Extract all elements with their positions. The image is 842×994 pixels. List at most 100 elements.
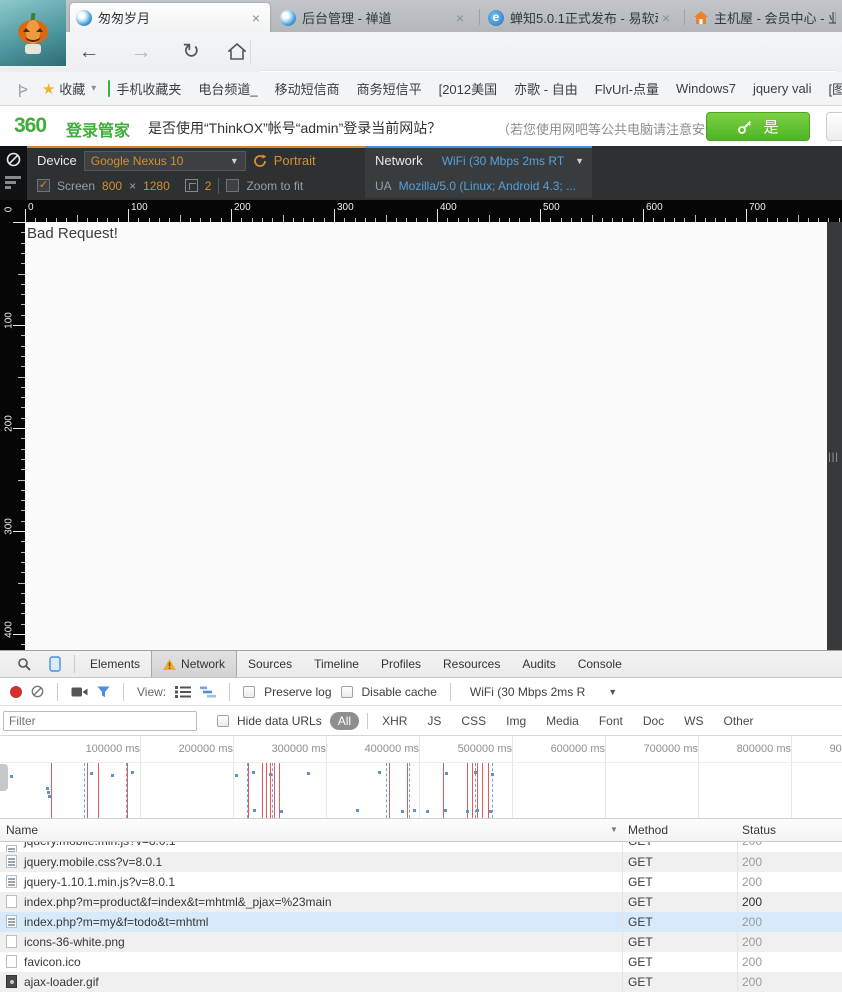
disable-icon[interactable] bbox=[6, 152, 21, 167]
tab-network[interactable]: Network bbox=[151, 651, 237, 677]
network-conditions-icon[interactable] bbox=[5, 176, 21, 191]
filter-type-css[interactable]: CSS bbox=[455, 712, 492, 730]
ogrid bbox=[605, 763, 606, 818]
filter-type-doc[interactable]: Doc bbox=[637, 712, 670, 730]
screen-checkbox[interactable]: ✓ bbox=[37, 179, 50, 192]
bookmark-item[interactable]: 电台频道_ bbox=[198, 79, 257, 98]
network-throttle-value[interactable]: WiFi (30 Mbps 2ms RT bbox=[442, 154, 568, 168]
screen-width-value[interactable]: 800 bbox=[102, 179, 122, 193]
request-row[interactable]: icons-36-white.png GET 200 bbox=[0, 932, 842, 952]
tab-title: 匆匆岁月 bbox=[98, 8, 248, 27]
bookmark-item[interactable]: [图文教程] bbox=[828, 79, 842, 98]
device-select[interactable]: Google Nexus 10 ▼ bbox=[84, 151, 246, 171]
browser-tab-3[interactable]: 蝉知5.0.1正式发布 - 易软动 × bbox=[482, 3, 680, 32]
hide-data-urls-checkbox[interactable] bbox=[217, 715, 229, 727]
column-name[interactable]: Name bbox=[6, 823, 38, 837]
bookmark-item[interactable]: [2012美国 bbox=[439, 79, 498, 98]
ogrid bbox=[419, 763, 420, 818]
filter-type-js[interactable]: JS bbox=[421, 712, 447, 730]
preserve-log-label: Preserve log bbox=[264, 685, 331, 699]
chevron-down-icon[interactable]: ▼ bbox=[575, 156, 584, 166]
bline bbox=[84, 763, 85, 818]
preserve-log-checkbox[interactable] bbox=[243, 686, 255, 698]
odot bbox=[253, 809, 256, 812]
rline bbox=[274, 763, 275, 818]
bookmark-item[interactable]: 商务短信平 bbox=[357, 79, 422, 98]
request-status: 200 bbox=[742, 892, 762, 912]
request-row[interactable]: index.php?m=product&f=index&t=mhtml&_pja… bbox=[0, 892, 842, 912]
device-mode-icon[interactable] bbox=[40, 656, 70, 672]
inspect-element-icon[interactable] bbox=[8, 657, 40, 671]
tab-console[interactable]: Console bbox=[567, 651, 633, 677]
zoom-to-fit-checkbox[interactable]: ✓ bbox=[226, 179, 239, 192]
bookmark-item[interactable]: Windows7 bbox=[676, 81, 736, 96]
request-row[interactable]: jquery-1.10.1.min.js?v=8.0.1 GET 200 bbox=[0, 872, 842, 892]
request-method: GET bbox=[628, 842, 653, 851]
orientation-label[interactable]: Portrait bbox=[274, 153, 316, 168]
tab-profiles[interactable]: Profiles bbox=[370, 651, 432, 677]
browser-tab-1[interactable]: 匆匆岁月 × bbox=[70, 3, 270, 32]
browser-nav-bar: ← → ↻ http://cd.ccsyue.com/index.php?m=p… bbox=[0, 32, 842, 72]
list-view-icon[interactable] bbox=[175, 686, 191, 698]
reload-button[interactable]: ↻ bbox=[176, 38, 206, 66]
request-row[interactable]: ajax-loader.gif GET 200 bbox=[0, 972, 842, 992]
home-button[interactable] bbox=[222, 38, 252, 66]
chevron-down-icon[interactable]: ▾ bbox=[91, 83, 96, 94]
resize-grip-icon[interactable]: ||| bbox=[828, 452, 839, 463]
filter-type-ws[interactable]: WS bbox=[678, 712, 709, 730]
record-button[interactable] bbox=[10, 686, 22, 698]
bookmark-mobile-folder[interactable]: 手机收藏夹 bbox=[116, 79, 181, 98]
favorites-label[interactable]: 收藏 bbox=[59, 79, 85, 98]
network-filter-input[interactable] bbox=[3, 711, 197, 731]
request-row[interactable]: favicon.ico GET 200 bbox=[0, 952, 842, 972]
tab-sources[interactable]: Sources bbox=[237, 651, 303, 677]
screencast-camera-icon[interactable] bbox=[71, 686, 88, 698]
browser-tab-4[interactable]: 主机屋 - 会员中心 - 业 bbox=[688, 3, 842, 32]
vtick bbox=[13, 222, 25, 223]
tab-close-icon[interactable]: × bbox=[452, 10, 468, 26]
ua-value[interactable]: Mozilla/5.0 (Linux; Android 4.3; ... bbox=[399, 179, 576, 193]
screen-height-value[interactable]: 1280 bbox=[143, 179, 170, 193]
filter-type-xhr[interactable]: XHR bbox=[376, 712, 413, 730]
tab-audits[interactable]: Audits bbox=[511, 651, 566, 677]
filter-type-img[interactable]: Img bbox=[500, 712, 532, 730]
forward-button[interactable]: → bbox=[126, 38, 156, 66]
browser-window: 匆匆岁月 × 后台管理 - 禅道 × 蝉知5.0.1正式发布 - 易软动 × 主… bbox=[0, 0, 842, 994]
login-confirm-button[interactable]: 是 bbox=[706, 112, 810, 141]
browser-tab-2[interactable]: 后台管理 - 禅道 × bbox=[274, 3, 474, 32]
column-status[interactable]: Status bbox=[742, 823, 776, 837]
chevron-down-icon[interactable]: ▼ bbox=[608, 687, 617, 697]
filter-type-other[interactable]: Other bbox=[718, 712, 760, 730]
rline bbox=[482, 763, 483, 818]
clear-icon[interactable] bbox=[31, 685, 44, 698]
filter-type-media[interactable]: Media bbox=[540, 712, 585, 730]
overview-graph[interactable] bbox=[0, 763, 842, 819]
rotate-icon[interactable] bbox=[253, 154, 267, 168]
disable-cache-checkbox[interactable] bbox=[341, 686, 353, 698]
device-pixel-ratio-value[interactable]: 2 bbox=[205, 179, 212, 193]
panel-toggle-icon[interactable]: |> bbox=[18, 81, 26, 97]
request-row[interactable]: jquery.mobile.css?v=8.0.1 GET 200 bbox=[0, 852, 842, 872]
request-row-selected[interactable]: index.php?m=my&f=todo&t=mhtml GET 200 bbox=[0, 912, 842, 932]
bookmark-item[interactable]: jquery vali bbox=[753, 81, 812, 96]
tab-elements[interactable]: Elements bbox=[79, 651, 151, 677]
bookmark-item[interactable]: FlvUrl-点量 bbox=[595, 79, 659, 98]
filter-type-all[interactable]: All bbox=[330, 712, 359, 730]
toolbar-separator bbox=[229, 683, 230, 701]
column-method[interactable]: Method bbox=[628, 823, 668, 837]
throttle-select-value[interactable]: WiFi (30 Mbps 2ms R bbox=[470, 685, 585, 699]
login-decline-button[interactable] bbox=[826, 112, 842, 141]
request-row[interactable]: jquery.mobile.min.js?v=8.0.1 GET 200 bbox=[0, 842, 842, 852]
bookmark-item[interactable]: 亦歌 - 自由 bbox=[514, 79, 578, 98]
tab-close-icon[interactable]: × bbox=[658, 10, 674, 26]
filter-funnel-icon[interactable] bbox=[97, 686, 110, 698]
back-button[interactable]: ← bbox=[74, 38, 104, 66]
hlab: 400 bbox=[440, 202, 457, 213]
tab-close-icon[interactable]: × bbox=[248, 10, 264, 26]
filter-type-font[interactable]: Font bbox=[593, 712, 629, 730]
tab-resources[interactable]: Resources bbox=[432, 651, 511, 677]
waterfall-view-icon[interactable] bbox=[200, 686, 216, 698]
bookmark-item[interactable]: 移动短信商 bbox=[275, 79, 340, 98]
tab-timeline[interactable]: Timeline bbox=[303, 651, 370, 677]
odot bbox=[90, 772, 93, 775]
